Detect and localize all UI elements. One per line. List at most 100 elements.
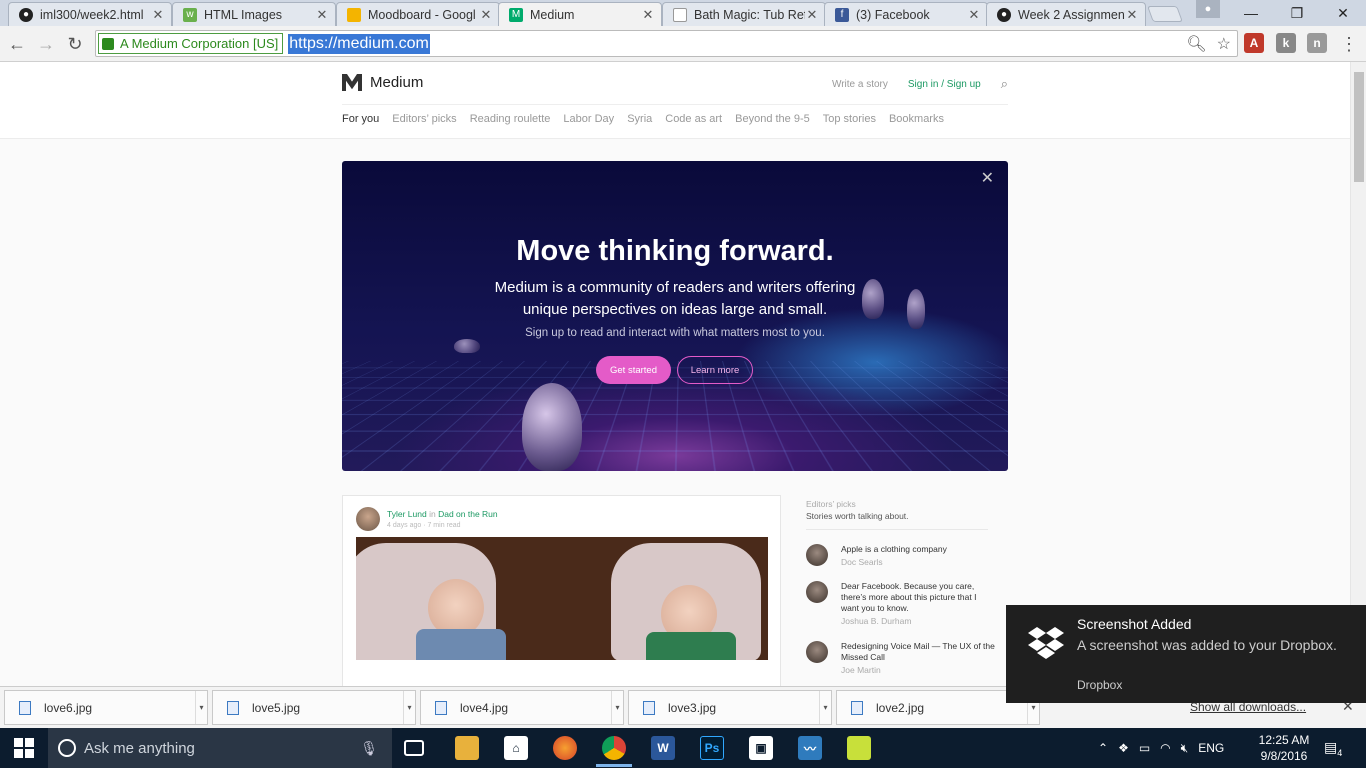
nav-bookmarks[interactable]: Bookmarks <box>889 113 944 125</box>
sign-in-link[interactable]: Sign in / Sign up <box>908 79 981 90</box>
reload-icon[interactable]: ↻ <box>63 32 87 56</box>
word-icon[interactable]: W <box>651 736 675 760</box>
w3schools-icon: w <box>183 7 197 22</box>
tab-close-icon[interactable]: ✕ <box>151 7 165 23</box>
windows-taskbar: Ask me anything 🎙︎ ⌂ W Ps ▣ 〰 ⌃ ❖ ▭ ◠ 🔇︎… <box>0 728 1366 768</box>
profile-icon[interactable]: ● <box>1196 0 1220 18</box>
tab-week2-assignment[interactable]: ● Week 2 Assignment ✕ <box>986 2 1146 26</box>
volume-mute-icon[interactable]: 🔇︎ <box>1181 741 1189 756</box>
restore-button[interactable]: ❐ <box>1274 0 1320 26</box>
write-story-link[interactable]: Write a story <box>832 79 888 90</box>
nav-top-stories[interactable]: Top stories <box>823 113 876 125</box>
dropbox-notification[interactable]: Screenshot Added A screenshot was added … <box>1006 605 1366 703</box>
windows-start-icon[interactable] <box>14 738 34 758</box>
medium-header: Medium Write a story Sign in / Sign up ⌕… <box>0 62 1350 139</box>
chevron-down-icon[interactable]: ▾ <box>403 691 415 724</box>
get-started-button[interactable]: Get started <box>596 356 671 384</box>
address-bar[interactable]: A Medium Corporation [US] https://medium… <box>95 30 1238 57</box>
pick-title[interactable]: Redesigning Voice Mail — The UX of the M… <box>841 641 996 663</box>
download-item[interactable]: love3.jpg ▾ <box>628 690 832 725</box>
bookmark-star-icon[interactable]: ☆ <box>1217 34 1231 54</box>
photoshop-icon[interactable]: Ps <box>700 736 724 760</box>
extension-n-icon[interactable]: n <box>1307 33 1327 53</box>
task-view-icon[interactable] <box>404 740 424 756</box>
battery-icon[interactable]: ▭ <box>1139 741 1150 755</box>
baby-shirt <box>646 632 736 660</box>
tab-close-icon[interactable]: ✕ <box>805 7 819 23</box>
hero-close-icon[interactable]: ✕ <box>981 168 994 188</box>
language-indicator[interactable]: ENG <box>1198 741 1224 755</box>
tab-medium[interactable]: M Medium ✕ <box>498 2 662 26</box>
file-explorer-icon[interactable] <box>455 736 479 760</box>
tab-close-icon[interactable]: ✕ <box>1125 7 1139 23</box>
nav-beyond-9-5[interactable]: Beyond the 9-5 <box>735 113 810 125</box>
nav-for-you[interactable]: For you <box>342 113 379 125</box>
tab-moodboard[interactable]: Moodboard - Googl ✕ <box>336 2 500 26</box>
nav-reading-roulette[interactable]: Reading roulette <box>470 113 551 125</box>
back-arrow-icon[interactable]: ← <box>5 32 29 56</box>
forward-arrow-icon[interactable]: → <box>34 32 58 56</box>
download-item[interactable]: love6.jpg ▾ <box>4 690 208 725</box>
pick-author[interactable]: Doc Searls <box>841 557 883 567</box>
notification-title: Screenshot Added <box>1077 616 1192 632</box>
sticky-notes-icon[interactable] <box>847 736 871 760</box>
scrollbar-thumb[interactable] <box>1354 72 1364 182</box>
clock[interactable]: 12:25 AM 9/8/2016 <box>1256 732 1312 764</box>
pick-author[interactable]: Joshua B. Durham <box>841 616 911 626</box>
store-icon[interactable]: ⌂ <box>504 736 528 760</box>
facebook-icon: f <box>835 7 849 22</box>
action-center-icon[interactable]: ▤4 <box>1324 739 1342 758</box>
post-image[interactable] <box>356 537 768 660</box>
page-scrollbar[interactable] <box>1350 62 1366 686</box>
pick-author[interactable]: Joe Martin <box>841 665 881 675</box>
nav-syria[interactable]: Syria <box>627 113 652 125</box>
chrome-icon[interactable] <box>602 736 626 760</box>
tab-close-icon[interactable]: ✕ <box>967 7 981 23</box>
zoom-icon[interactable]: 🔍︎ <box>1186 34 1206 54</box>
author-link[interactable]: Tyler Lund <box>387 509 427 519</box>
ev-certificate-badge[interactable]: A Medium Corporation [US] <box>98 33 284 54</box>
minimize-button[interactable]: — <box>1228 0 1274 26</box>
close-window-button[interactable]: ✕ <box>1320 0 1366 26</box>
microphone-icon[interactable]: 🎙︎ <box>360 740 378 757</box>
app-icon[interactable]: ▣ <box>749 736 773 760</box>
search-placeholder: Ask me anything <box>84 739 195 757</box>
tab-close-icon[interactable]: ✕ <box>315 7 329 23</box>
publication-link[interactable]: Dad on the Run <box>438 509 498 519</box>
sidebar-heading[interactable]: Editors’ picks <box>806 499 988 509</box>
page-icon <box>673 7 687 22</box>
new-tab-button[interactable] <box>1147 6 1183 22</box>
chevron-down-icon[interactable]: ▾ <box>195 691 207 724</box>
chevron-down-icon[interactable]: ▾ <box>819 691 831 724</box>
dropbox-tray-icon[interactable]: ❖ <box>1118 741 1129 755</box>
download-item[interactable]: love4.jpg ▾ <box>420 690 624 725</box>
chrome-menu-icon[interactable]: ⋮ <box>1340 34 1358 55</box>
tab-iml300[interactable]: ● iml300/week2.html ✕ <box>8 2 172 26</box>
tab-close-icon[interactable]: ✕ <box>641 7 655 23</box>
nav-code-as-art[interactable]: Code as art <box>665 113 722 125</box>
pick-title[interactable]: Apple is a clothing company <box>841 544 996 555</box>
post-card[interactable]: Tyler Lund in Dad on the Run 4 days ago … <box>342 495 781 686</box>
pick-title[interactable]: Dear Facebook. Because you care, there’s… <box>841 581 996 614</box>
monitor-app-icon[interactable]: 〰 <box>798 736 822 760</box>
chevron-up-icon[interactable]: ⌃ <box>1098 741 1108 755</box>
search-icon[interactable]: ⌕ <box>1001 76 1008 92</box>
nav-editors-picks[interactable]: Editors’ picks <box>392 113 456 125</box>
firefox-icon[interactable] <box>553 736 577 760</box>
download-item[interactable]: love5.jpg ▾ <box>212 690 416 725</box>
tab-close-icon[interactable]: ✕ <box>479 7 493 23</box>
medium-icon: M <box>509 7 523 22</box>
learn-more-button[interactable]: Learn more <box>677 356 753 384</box>
chevron-down-icon[interactable]: ▾ <box>611 691 623 724</box>
url-text[interactable]: https://medium.com <box>288 33 430 54</box>
cortana-search-box[interactable]: Ask me anything 🎙︎ <box>48 728 392 768</box>
avatar[interactable] <box>356 507 380 531</box>
tab-html-images[interactable]: w HTML Images ✕ <box>172 2 336 26</box>
nav-labor-day[interactable]: Labor Day <box>563 113 614 125</box>
pdf-extension-icon[interactable]: A <box>1244 33 1264 53</box>
tab-bath-magic[interactable]: Bath Magic: Tub Ref ✕ <box>662 2 826 26</box>
extension-k-icon[interactable]: k <box>1276 33 1296 53</box>
medium-logo[interactable]: Medium <box>342 74 423 91</box>
tab-facebook[interactable]: f (3) Facebook ✕ <box>824 2 988 26</box>
wifi-icon[interactable]: ◠ <box>1160 741 1170 755</box>
